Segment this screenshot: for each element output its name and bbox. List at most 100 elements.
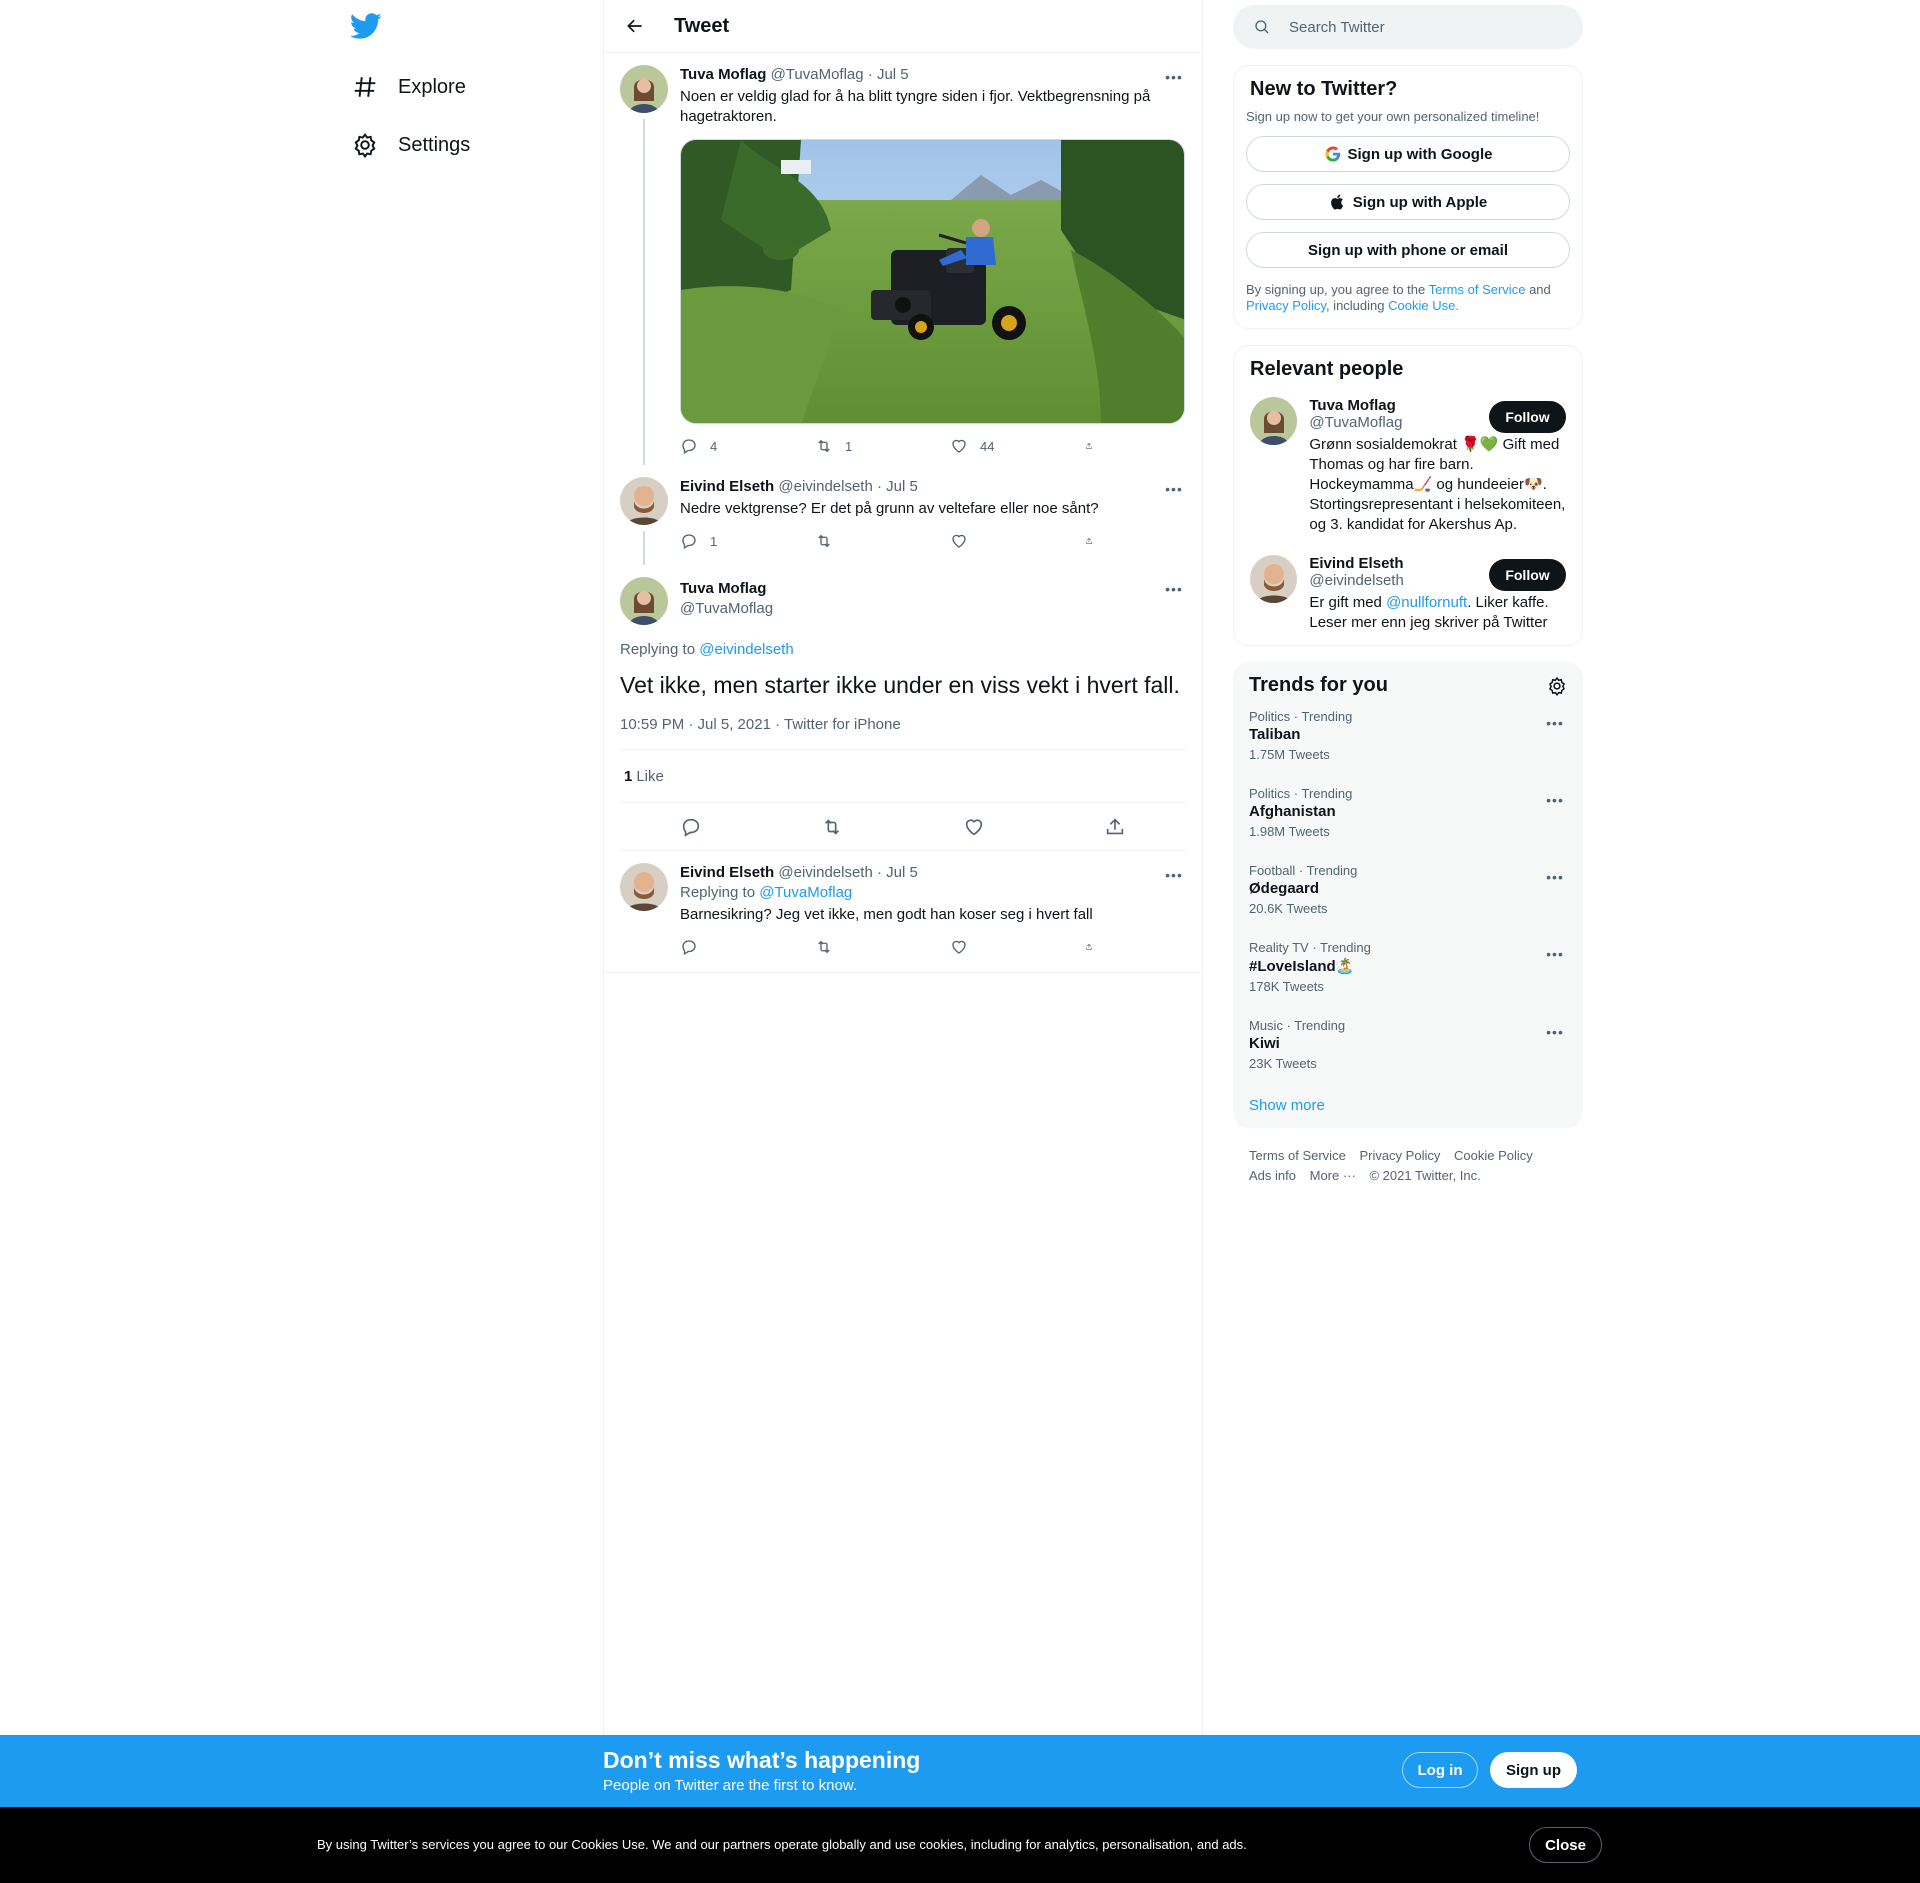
terms-link[interactable]: Terms of Service bbox=[1429, 282, 1526, 297]
footer-terms-link[interactable]: Terms of Service bbox=[1249, 1148, 1346, 1163]
avatar-eivind[interactable] bbox=[1250, 555, 1298, 603]
thread-line bbox=[643, 531, 645, 565]
replying-to-link[interactable]: @eivindelseth bbox=[699, 641, 793, 658]
signup-google-label: Sign up with Google bbox=[1347, 145, 1493, 163]
more-options-button[interactable]: ••• bbox=[1543, 1022, 1567, 1042]
tweet-meta: Tuva Moflag @TuvaMoflag · Jul 5 bbox=[680, 65, 1186, 85]
more-options-button[interactable]: ••• bbox=[1543, 790, 1567, 810]
relevant-people-card: Relevant people Tuva Moflag @TuvaMoflag … bbox=[1233, 345, 1583, 646]
nav-settings[interactable]: Settings bbox=[352, 125, 470, 165]
follow-button[interactable]: Follow bbox=[1489, 401, 1566, 433]
tweet-date[interactable]: · Jul 5 bbox=[868, 66, 909, 83]
person-bio: Er gift med @nullfornuft. Liker kaffe. L… bbox=[1309, 593, 1566, 633]
replying-to-link[interactable]: @TuvaMoflag bbox=[759, 884, 852, 901]
like-count: 1 bbox=[624, 767, 633, 785]
avatar-tuva[interactable] bbox=[620, 577, 668, 625]
avatar-tuva[interactable] bbox=[1250, 397, 1298, 445]
author-handle[interactable]: @TuvaMoflag bbox=[680, 599, 773, 619]
signup-phone-button[interactable]: Sign up with phone or email bbox=[1246, 232, 1570, 268]
focused-tweet-actions bbox=[620, 803, 1186, 851]
person-item[interactable]: Tuva Moflag @TuvaMoflag Grønn sosialdemo… bbox=[1246, 397, 1570, 535]
nav-explore[interactable]: Explore bbox=[352, 67, 466, 107]
signup-apple-button[interactable]: Sign up with Apple bbox=[1246, 184, 1570, 220]
cookie-close-button[interactable]: Close bbox=[1529, 1827, 1602, 1863]
like-button[interactable] bbox=[950, 531, 1040, 551]
apple-icon bbox=[1330, 194, 1343, 210]
reply-button[interactable] bbox=[680, 937, 770, 957]
tweet-meta: Eivind Elseth @eivindelseth · Jul 5 bbox=[680, 477, 1186, 497]
nav-settings-label: Settings bbox=[398, 133, 471, 156]
bio-mention-link[interactable]: @nullfornuft bbox=[1386, 594, 1467, 611]
author-name[interactable]: Tuva Moflag bbox=[680, 66, 766, 83]
tweet-photo[interactable] bbox=[680, 139, 1185, 424]
author-handle[interactable]: @eivindelseth bbox=[778, 864, 872, 881]
likes-summary[interactable]: 1 Like bbox=[620, 750, 1186, 803]
footer-ads-link[interactable]: Ads info bbox=[1249, 1168, 1296, 1183]
legal-text: By signing up, you agree to the bbox=[1246, 282, 1426, 297]
reply-button[interactable]: 4 bbox=[680, 436, 770, 456]
heart-icon[interactable] bbox=[963, 816, 985, 838]
avatar-tuva[interactable] bbox=[620, 65, 668, 113]
retweet-button[interactable]: 1 bbox=[815, 436, 905, 456]
back-button[interactable] bbox=[618, 9, 652, 43]
retweet-button[interactable] bbox=[815, 531, 905, 551]
tweet-reply-eivind[interactable]: ••• Eivind Elseth @eivindelseth · Jul 5 … bbox=[604, 465, 1202, 565]
twitter-bird-icon[interactable] bbox=[349, 10, 382, 42]
trend-count: 23K Tweets bbox=[1249, 1056, 1317, 1071]
author-name[interactable]: Tuva Moflag bbox=[680, 579, 773, 599]
follow-button[interactable]: Follow bbox=[1489, 559, 1566, 591]
retweet-button[interactable] bbox=[815, 937, 905, 957]
more-options-button[interactable]: ••• bbox=[1162, 579, 1186, 599]
reply-button[interactable]: 1 bbox=[680, 531, 770, 551]
more-options-button[interactable]: ••• bbox=[1543, 713, 1567, 733]
avatar-eivind[interactable] bbox=[620, 863, 668, 911]
author-name[interactable]: Eivind Elseth bbox=[680, 864, 774, 881]
more-options-button[interactable]: ••• bbox=[1543, 867, 1567, 887]
footer-more-link[interactable]: More ··· bbox=[1310, 1168, 1356, 1183]
trend-item[interactable]: Politics · Trending Taliban 1.75M Tweets… bbox=[1233, 697, 1583, 774]
trend-item[interactable]: Reality TV · Trending #LoveIsland🏝️ 178K… bbox=[1233, 928, 1583, 1006]
show-more-link[interactable]: Show more bbox=[1233, 1083, 1583, 1114]
like-button[interactable] bbox=[950, 937, 1040, 957]
signup-google-button[interactable]: Sign up with Google bbox=[1246, 136, 1570, 172]
share-icon[interactable] bbox=[1104, 816, 1126, 838]
reply-icon[interactable] bbox=[680, 816, 702, 838]
login-button[interactable]: Log in bbox=[1402, 1752, 1478, 1788]
footer-privacy-link[interactable]: Privacy Policy bbox=[1359, 1148, 1440, 1163]
signup-apple-label: Sign up with Apple bbox=[1352, 193, 1488, 211]
signup-button[interactable]: Sign up bbox=[1490, 1752, 1577, 1788]
footer-cookie-link[interactable]: Cookie Policy bbox=[1454, 1148, 1533, 1163]
tweet-date[interactable]: · Jul 5 bbox=[877, 864, 918, 881]
avatar-eivind[interactable] bbox=[620, 477, 668, 525]
more-options-button[interactable]: ••• bbox=[1162, 479, 1186, 499]
trend-item[interactable]: Music · Trending Kiwi 23K Tweets ••• bbox=[1233, 1006, 1583, 1083]
person-item[interactable]: Eivind Elseth @eivindelseth Er gift med … bbox=[1246, 555, 1570, 633]
search-box[interactable] bbox=[1233, 5, 1583, 49]
tweet-timestamp[interactable]: 10:59 PM · Jul 5, 2021 · Twitter for iPh… bbox=[620, 716, 1186, 750]
author-handle[interactable]: @eivindelseth bbox=[778, 478, 872, 495]
author-handle[interactable]: @TuvaMoflag bbox=[771, 66, 864, 83]
replying-prefix: Replying to bbox=[620, 641, 696, 658]
share-button[interactable] bbox=[1085, 937, 1105, 957]
tweet-reply-bottom[interactable]: ••• Eivind Elseth @eivindelseth · Jul 5 … bbox=[604, 851, 1202, 973]
trend-item[interactable]: Politics · Trending Afghanistan 1.98M Tw… bbox=[1233, 774, 1583, 851]
cookie-link[interactable]: Cookie Use. bbox=[1388, 298, 1459, 313]
more-options-button[interactable]: ••• bbox=[1543, 944, 1567, 964]
gear-icon[interactable] bbox=[1547, 676, 1567, 696]
card-subtitle: Sign up now to get your own personalized… bbox=[1246, 109, 1540, 124]
tweet-meta: Eivind Elseth @eivindelseth · Jul 5 bbox=[680, 863, 1186, 883]
tweet-date[interactable]: · Jul 5 bbox=[877, 478, 918, 495]
share-button[interactable] bbox=[1085, 531, 1105, 551]
more-options-button[interactable]: ••• bbox=[1162, 865, 1186, 885]
more-options-button[interactable]: ••• bbox=[1162, 67, 1186, 87]
tweet-original[interactable]: ••• Tuva Moflag @TuvaMoflag · Jul 5 Noen… bbox=[604, 53, 1202, 465]
trend-name: Kiwi bbox=[1249, 1035, 1280, 1052]
privacy-link[interactable]: Privacy Policy bbox=[1246, 298, 1326, 313]
retweet-icon bbox=[818, 940, 830, 954]
author-name[interactable]: Eivind Elseth bbox=[680, 478, 774, 495]
retweet-icon[interactable] bbox=[821, 816, 843, 838]
like-button[interactable]: 44 bbox=[950, 436, 1040, 456]
trend-item[interactable]: Football · Trending Ødegaard 20.6K Tweet… bbox=[1233, 851, 1583, 928]
share-button[interactable] bbox=[1085, 436, 1105, 456]
search-input[interactable] bbox=[1289, 18, 1549, 36]
